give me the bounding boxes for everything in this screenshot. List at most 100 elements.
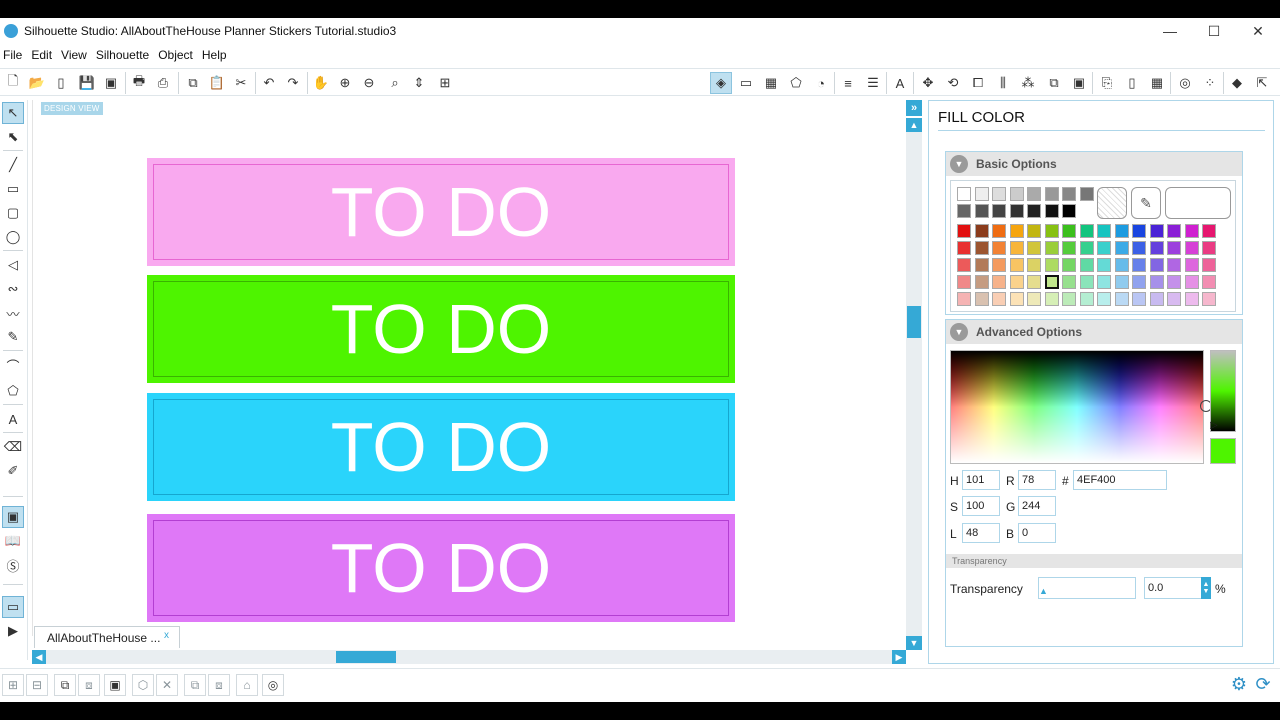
design-page-icon[interactable]: ▣ xyxy=(2,506,24,528)
play-icon[interactable]: ▶ xyxy=(2,620,24,642)
transparency-input[interactable]: 0.0 xyxy=(1144,577,1202,599)
transparency-stepper[interactable]: ▲ ▼ xyxy=(1201,577,1211,599)
color-swatch[interactable] xyxy=(1062,241,1076,255)
pan-hand-icon[interactable]: ✋ xyxy=(310,72,332,94)
maximize-button[interactable]: ☐ xyxy=(1192,18,1236,44)
custom-color-swatch[interactable] xyxy=(1165,187,1231,219)
grid-icon[interactable]: ▦ xyxy=(1146,72,1168,94)
select-tool-icon[interactable]: ↖ xyxy=(2,102,24,124)
color-swatch[interactable] xyxy=(1009,292,1024,306)
close-tab-icon[interactable]: x xyxy=(164,630,169,641)
color-swatch[interactable] xyxy=(1009,241,1024,255)
color-swatch[interactable] xyxy=(1184,241,1199,255)
menu-view[interactable]: View xyxy=(58,48,93,62)
library-book-icon[interactable]: 📖 xyxy=(2,530,24,552)
color-swatch[interactable] xyxy=(974,224,989,238)
color-swatch[interactable] xyxy=(1184,258,1199,272)
color-swatch[interactable] xyxy=(1062,224,1076,238)
rectangle-tool-icon[interactable]: ▭ xyxy=(2,178,24,200)
delete-icon[interactable]: ✕ xyxy=(156,674,178,696)
color-swatch[interactable] xyxy=(957,224,971,238)
document-tab[interactable]: AllAboutTheHouse ... x xyxy=(34,626,180,648)
align-icon[interactable]: ⫼ xyxy=(992,72,1014,94)
pentagon-tool-icon[interactable]: ⬠ xyxy=(2,380,24,402)
color-swatch[interactable] xyxy=(1132,275,1146,289)
color-swatch[interactable] xyxy=(1202,292,1216,306)
scale-icon[interactable]: ⧠ xyxy=(967,72,989,94)
color-swatch[interactable] xyxy=(1202,224,1216,238)
color-swatch[interactable] xyxy=(1114,292,1129,306)
color-swatch[interactable] xyxy=(1079,275,1094,289)
undo-icon[interactable]: ↶ xyxy=(258,72,280,94)
color-swatch[interactable] xyxy=(957,241,971,255)
cut-icon[interactable]: ✂ xyxy=(230,72,252,94)
color-swatch[interactable] xyxy=(1114,275,1129,289)
eraser-tool-icon[interactable]: ⌫ xyxy=(2,436,24,458)
line-style-icon[interactable]: ◔ xyxy=(810,72,832,94)
green-input[interactable]: 244 xyxy=(1018,496,1056,516)
color-swatch[interactable] xyxy=(974,258,989,272)
color-swatch[interactable] xyxy=(1167,292,1181,306)
replicate-icon[interactable]: ⁂ xyxy=(1017,72,1039,94)
color-swatch[interactable] xyxy=(1079,224,1094,238)
line-weight-icon[interactable]: ≡ xyxy=(837,72,859,94)
copy-icon[interactable]: ⧉ xyxy=(182,72,204,94)
color-swatch[interactable] xyxy=(992,241,1006,255)
freehand-tool-icon[interactable]: 〰 xyxy=(2,302,24,324)
no-color-swatch[interactable] xyxy=(1097,187,1127,219)
page-setup-icon[interactable]: ▯ xyxy=(1121,72,1143,94)
color-swatch[interactable] xyxy=(992,187,1006,201)
sync-icon[interactable]: ⟳ xyxy=(1252,673,1274,695)
gradient-icon[interactable]: ▭ xyxy=(735,72,757,94)
fill-pattern-icon[interactable]: ▦ xyxy=(760,72,782,94)
color-spectrum[interactable] xyxy=(950,350,1204,464)
scroll-down-icon[interactable]: ▼ xyxy=(906,636,922,650)
color-swatch[interactable] xyxy=(1202,275,1216,289)
color-swatch[interactable] xyxy=(1097,241,1111,255)
design-canvas[interactable]: DESIGN VIEW TO DO TO DO TO DO TO DO xyxy=(32,100,906,636)
menu-edit[interactable]: Edit xyxy=(28,48,58,62)
saturation-input[interactable]: 100 xyxy=(962,496,1000,516)
color-swatch[interactable] xyxy=(1097,275,1111,289)
color-swatch[interactable] xyxy=(1027,258,1041,272)
color-swatch[interactable] xyxy=(1184,292,1199,306)
trace-icon[interactable]: ⎘ xyxy=(1096,72,1118,94)
color-swatch[interactable] xyxy=(957,292,971,306)
send-to-cutter-icon[interactable]: ⎙ xyxy=(152,72,174,94)
hex-input[interactable]: 4EF400 xyxy=(1073,470,1167,490)
color-swatch[interactable] xyxy=(974,292,989,306)
color-swatch[interactable] xyxy=(1167,258,1181,272)
knife-tool-icon[interactable]: ✐ xyxy=(2,460,24,482)
smooth-freehand-icon[interactable]: ✎ xyxy=(2,326,24,348)
color-swatch[interactable] xyxy=(974,187,989,201)
release-compound-icon[interactable]: ⧈ xyxy=(78,674,100,696)
menu-object[interactable]: Object xyxy=(155,48,199,62)
paste-icon[interactable]: 📋 xyxy=(206,72,228,94)
color-swatch[interactable] xyxy=(1167,275,1181,289)
color-swatch[interactable] xyxy=(1167,224,1181,238)
color-swatch[interactable] xyxy=(1044,204,1059,218)
zoom-out-icon[interactable]: ⊖ xyxy=(358,72,380,94)
cut-style-icon[interactable]: ☰ xyxy=(862,72,884,94)
horizontal-scroll-thumb[interactable] xyxy=(336,651,396,663)
offset-icon[interactable]: ▣ xyxy=(1068,72,1090,94)
send-to-back-icon[interactable]: ⧈ xyxy=(208,674,230,696)
color-swatch[interactable] xyxy=(974,241,989,255)
ellipse-tool-icon[interactable]: ◯ xyxy=(2,226,24,248)
transform-icon[interactable]: ✥ xyxy=(917,72,939,94)
color-swatch[interactable] xyxy=(957,187,971,201)
color-swatch[interactable] xyxy=(1009,275,1024,289)
save-library-icon[interactable]: ▣ xyxy=(100,72,122,94)
color-swatch[interactable] xyxy=(1079,258,1094,272)
color-swatch[interactable] xyxy=(974,204,989,218)
red-input[interactable]: 78 xyxy=(1018,470,1056,490)
color-swatch[interactable] xyxy=(1044,292,1059,306)
minimize-button[interactable]: — xyxy=(1148,18,1192,44)
curve-tool-icon[interactable]: ∾ xyxy=(2,278,24,300)
horizontal-scrollbar[interactable]: ◀ ▶ xyxy=(32,650,906,664)
slider-handle-icon[interactable]: ▲ xyxy=(1039,586,1048,596)
color-swatch[interactable] xyxy=(1062,187,1076,201)
color-swatch[interactable] xyxy=(1044,275,1059,289)
rounded-rectangle-tool-icon[interactable]: ▢ xyxy=(2,202,24,224)
color-swatch[interactable] xyxy=(1149,258,1164,272)
